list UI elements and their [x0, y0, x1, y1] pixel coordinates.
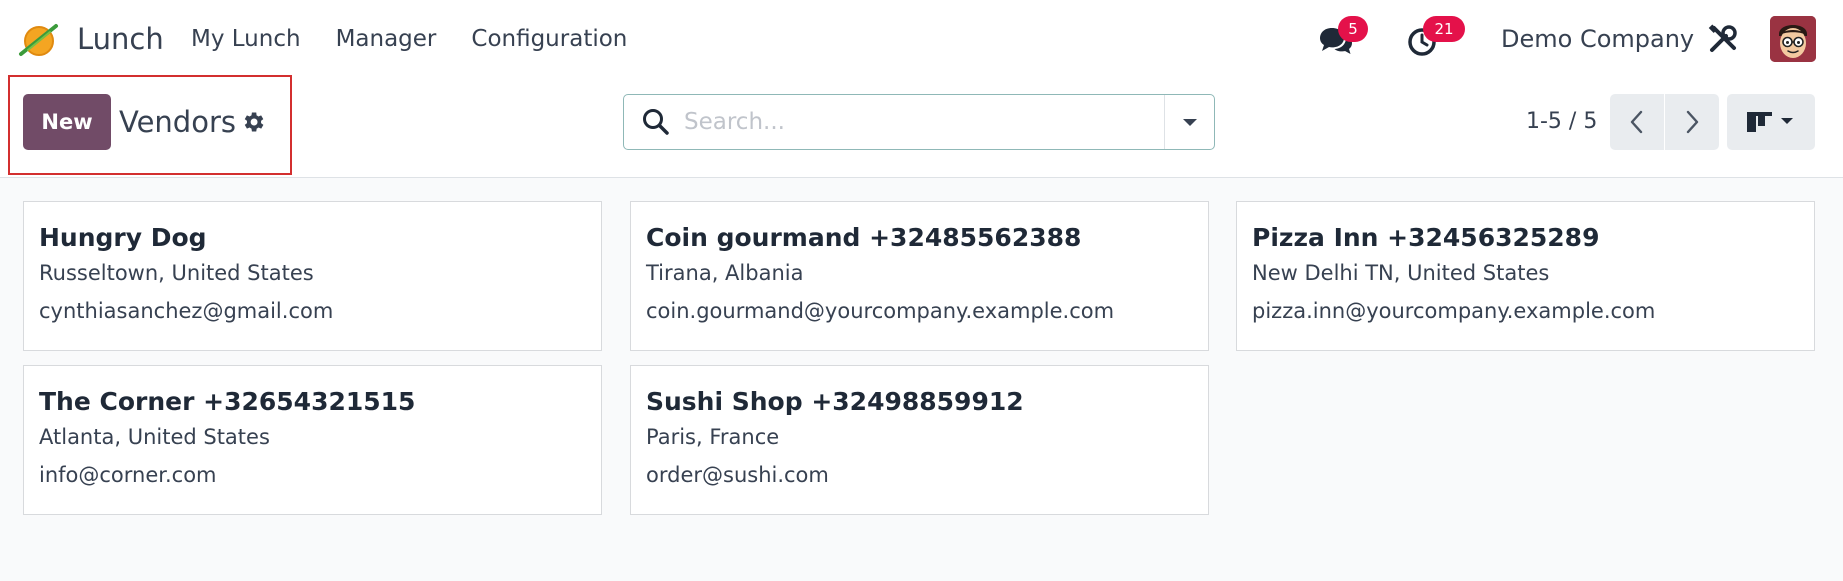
vendor-name: Pizza Inn +32456325289 [1252, 223, 1600, 252]
tools-icon[interactable] [1708, 24, 1738, 54]
vendor-card[interactable]: Pizza Inn +32456325289 New Delhi TN, Uni… [1236, 201, 1815, 351]
page-title: Vendors [119, 105, 236, 139]
kanban-view-icon [1747, 112, 1793, 132]
search-box [623, 94, 1215, 150]
lunch-logo-icon[interactable] [18, 20, 60, 60]
vendor-email: order@sushi.com [646, 463, 829, 487]
vendor-name: The Corner +32654321515 [39, 387, 416, 416]
activities-badge: 21 [1423, 16, 1465, 42]
gear-icon[interactable] [240, 109, 266, 135]
pager-value[interactable]: 1-5 / 5 [1526, 107, 1597, 137]
vendor-location: Paris, France [646, 425, 780, 449]
main-menu: My Lunch Manager Configuration [191, 22, 627, 56]
top-navbar: Lunch My Lunch Manager Configuration 5 2… [0, 0, 1843, 79]
search-options-toggle[interactable] [1165, 95, 1215, 149]
vendor-email: coin.gourmand@yourcompany.example.com [646, 299, 1115, 323]
vendor-name: Sushi Shop +32498859912 [646, 387, 1024, 416]
vendor-card[interactable]: Hungry Dog Russeltown, United States cyn… [23, 201, 602, 351]
user-avatar-icon [1770, 16, 1816, 62]
vendor-location: Russeltown, United States [39, 261, 314, 285]
chevron-right-icon [1686, 110, 1699, 134]
vendor-card[interactable]: Sushi Shop +32498859912 Paris, France or… [630, 365, 1209, 515]
vendor-location: New Delhi TN, United States [1252, 261, 1550, 285]
pager-next-button[interactable] [1665, 94, 1719, 150]
menu-item-manager[interactable]: Manager [336, 22, 437, 56]
company-switcher[interactable]: Demo Company [1501, 22, 1694, 56]
vendor-card[interactable]: The Corner +32654321515 Atlanta, United … [23, 365, 602, 515]
vendor-location: Atlanta, United States [39, 425, 270, 449]
caret-down-icon [1183, 119, 1197, 126]
app-name[interactable]: Lunch [77, 20, 164, 58]
chevron-left-icon [1630, 110, 1643, 134]
vendor-email: cynthiasanchez@gmail.com [39, 299, 334, 323]
menu-item-configuration[interactable]: Configuration [471, 22, 627, 56]
messages-badge: 5 [1338, 16, 1368, 42]
search-input[interactable] [684, 104, 1164, 140]
vendor-name: Hungry Dog [39, 223, 207, 252]
vendor-card[interactable]: Coin gourmand +32485562388 Tirana, Alban… [630, 201, 1209, 351]
avatar[interactable] [1770, 16, 1816, 62]
view-switcher-button[interactable] [1727, 94, 1815, 150]
pager-previous-button[interactable] [1610, 94, 1664, 150]
vendor-location: Tirana, Albania [646, 261, 804, 285]
vendor-email: pizza.inn@yourcompany.example.com [1252, 299, 1656, 323]
vendor-email: info@corner.com [39, 463, 217, 487]
new-button[interactable]: New [23, 94, 111, 150]
search-icon [643, 109, 669, 135]
vendor-name: Coin gourmand +32485562388 [646, 223, 1082, 252]
menu-item-my-lunch[interactable]: My Lunch [191, 22, 301, 56]
